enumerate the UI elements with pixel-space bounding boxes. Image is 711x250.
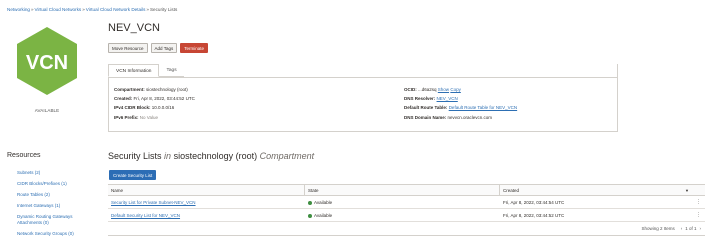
section-title-main: Security Lists xyxy=(108,151,162,161)
info-dns-domain: DNS Domain Name: nevvcn.oraclevcn.com xyxy=(404,115,492,120)
resources-heading: Resources xyxy=(7,152,41,159)
create-security-list-button[interactable]: Create Security List xyxy=(109,170,157,180)
table-header: Name State Created ▼ xyxy=(108,184,705,196)
dns-domain-label: DNS Domain Name: xyxy=(404,115,447,120)
resource-drg-attachments[interactable]: Dynamic Routing Gateways Attachments (0) xyxy=(17,214,97,225)
section-title: Security Lists in siostechnology (root) … xyxy=(108,151,314,161)
breadcrumb-current: Security Lists xyxy=(149,7,178,12)
column-header-name[interactable]: Name xyxy=(108,185,305,195)
tab-vcn-information[interactable]: VCN Information xyxy=(108,64,160,77)
security-lists-table: Name State Created ▼ Security List for P… xyxy=(108,184,705,236)
resource-internet-gateways[interactable]: Internet Gateways (1) xyxy=(17,203,97,209)
info-route-table: Default Route Table: Default Route Table… xyxy=(404,105,517,110)
row-created-cell: Fri, Apr 8, 2022, 03:44:54 UTC ⋮ xyxy=(500,196,705,208)
info-ocid: OCID: ...d6a2sq Show Copy xyxy=(404,87,461,92)
detail-tabs: VCN Information Tags xyxy=(108,64,184,77)
row-state-cell: Available xyxy=(305,209,500,221)
info-ipv6: IPv6 Prefix: No Value xyxy=(114,115,158,120)
compartment-label: Compartment: xyxy=(114,87,145,92)
table-row: Security List for Private Subnet-NEV_VCN… xyxy=(108,196,705,209)
security-list-link[interactable]: Security List for Private Subnet-NEV_VCN xyxy=(111,200,196,205)
compartment-value: siostechnology (root) xyxy=(146,87,188,92)
section-title-compartment: siostechnology (root) xyxy=(173,151,258,161)
row-state-cell: Available xyxy=(305,196,500,208)
tab-tags[interactable]: Tags xyxy=(159,64,184,77)
column-header-created-label: Created xyxy=(503,188,520,193)
move-resource-button[interactable]: Move Resource xyxy=(108,43,148,53)
next-page-icon[interactable]: › xyxy=(700,226,702,231)
dns-resolver-link[interactable]: NEV_VCN xyxy=(437,96,458,101)
row-state: Available xyxy=(314,200,333,205)
section-title-suffix: Compartment xyxy=(259,151,315,161)
action-bar: Move Resource Add Tags Terminate xyxy=(108,43,208,53)
tabs-divider xyxy=(108,77,618,78)
cidr-value: 10.0.0.0/16 xyxy=(151,105,175,110)
row-state: Available xyxy=(314,213,333,218)
row-name-cell: Security List for Private Subnet-NEV_VCN xyxy=(108,196,305,208)
column-header-created[interactable]: Created ▼ xyxy=(500,185,705,195)
breadcrumb-vcns[interactable]: Virtual Cloud Networks xyxy=(35,7,82,12)
info-cidr: IPv4 CIDR Block: 10.0.0.0/16 xyxy=(114,105,174,110)
ipv6-label: IPv6 Prefix: xyxy=(114,115,139,120)
created-label: Created: xyxy=(114,96,133,101)
table-row: Default Security List for NEV_VCN Availa… xyxy=(108,209,705,222)
available-status-icon xyxy=(308,213,312,218)
page-indicator: 1 of 1 xyxy=(685,226,697,231)
cidr-label: IPv4 CIDR Block: xyxy=(114,105,151,110)
add-tags-button[interactable]: Add Tags xyxy=(150,43,178,53)
breadcrumb-networking[interactable]: Networking xyxy=(7,7,30,12)
route-table-label: Default Route Table: xyxy=(404,105,448,110)
dns-resolver-label: DNS Resolver: xyxy=(404,96,436,101)
terminate-button[interactable]: Terminate xyxy=(180,43,208,53)
row-created-cell: Fri, Apr 8, 2022, 03:44:52 UTC ⋮ xyxy=(500,209,705,221)
row-actions-menu-icon[interactable]: ⋮ xyxy=(696,196,701,209)
breadcrumb: Networking»Virtual Cloud Networks»Virtua… xyxy=(7,7,178,12)
pagination: ‹ 1 of 1 › xyxy=(681,226,701,231)
resource-route-tables[interactable]: Route Tables (2) xyxy=(17,192,97,198)
column-header-state[interactable]: State xyxy=(305,185,500,195)
route-table-link[interactable]: Default Route Table for NEV_VCN xyxy=(449,105,517,110)
available-status-icon xyxy=(308,200,312,205)
resource-subnets[interactable]: Subnets (2) xyxy=(17,170,97,176)
info-dns-resolver: DNS Resolver: NEV_VCN xyxy=(404,96,458,101)
row-actions-menu-icon[interactable]: ⋮ xyxy=(696,209,701,222)
vcn-status-label: AVAILABLE xyxy=(34,108,60,113)
page-title: NEV_VCN xyxy=(108,22,160,34)
ocid-label: OCID: xyxy=(404,87,417,92)
dns-domain-value: nevvcn.oraclevcn.com xyxy=(447,115,493,120)
resources-list: Subnets (2) CIDR Blocks/Prefixes (1) Rou… xyxy=(17,170,97,242)
vcn-badge-text: VCN xyxy=(26,52,68,74)
ipv6-value: No Value xyxy=(139,115,158,120)
resource-network-security-groups[interactable]: Network Security Groups (0) xyxy=(17,231,97,237)
showing-count: Showing 2 Items xyxy=(641,226,675,231)
vcn-hexagon-icon: VCN xyxy=(15,25,79,97)
security-list-link[interactable]: Default Security List for NEV_VCN xyxy=(111,213,180,218)
row-created: Fri, Apr 8, 2022, 03:44:52 UTC xyxy=(503,213,565,218)
resource-cidr-blocks[interactable]: CIDR Blocks/Prefixes (1) xyxy=(17,181,97,187)
ocid-value: ...d6a2sq xyxy=(418,87,437,92)
section-title-in: in xyxy=(164,151,172,161)
ocid-copy-link[interactable]: Copy xyxy=(450,87,461,92)
info-compartment: Compartment: siostechnology (root) xyxy=(114,87,188,92)
prev-page-icon[interactable]: ‹ xyxy=(681,226,683,231)
info-created: Created: Fri, Apr 8, 2022, 03:44:52 UTC xyxy=(114,96,195,101)
created-value: Fri, Apr 8, 2022, 03:44:52 UTC xyxy=(133,96,195,101)
row-created: Fri, Apr 8, 2022, 03:44:54 UTC xyxy=(503,200,565,205)
ocid-show-link[interactable]: Show xyxy=(438,87,449,92)
breadcrumb-vcn-details[interactable]: Virtual Cloud Network Details xyxy=(86,7,146,12)
table-footer: Showing 2 Items ‹ 1 of 1 › xyxy=(108,222,705,236)
row-name-cell: Default Security List for NEV_VCN xyxy=(108,209,305,221)
